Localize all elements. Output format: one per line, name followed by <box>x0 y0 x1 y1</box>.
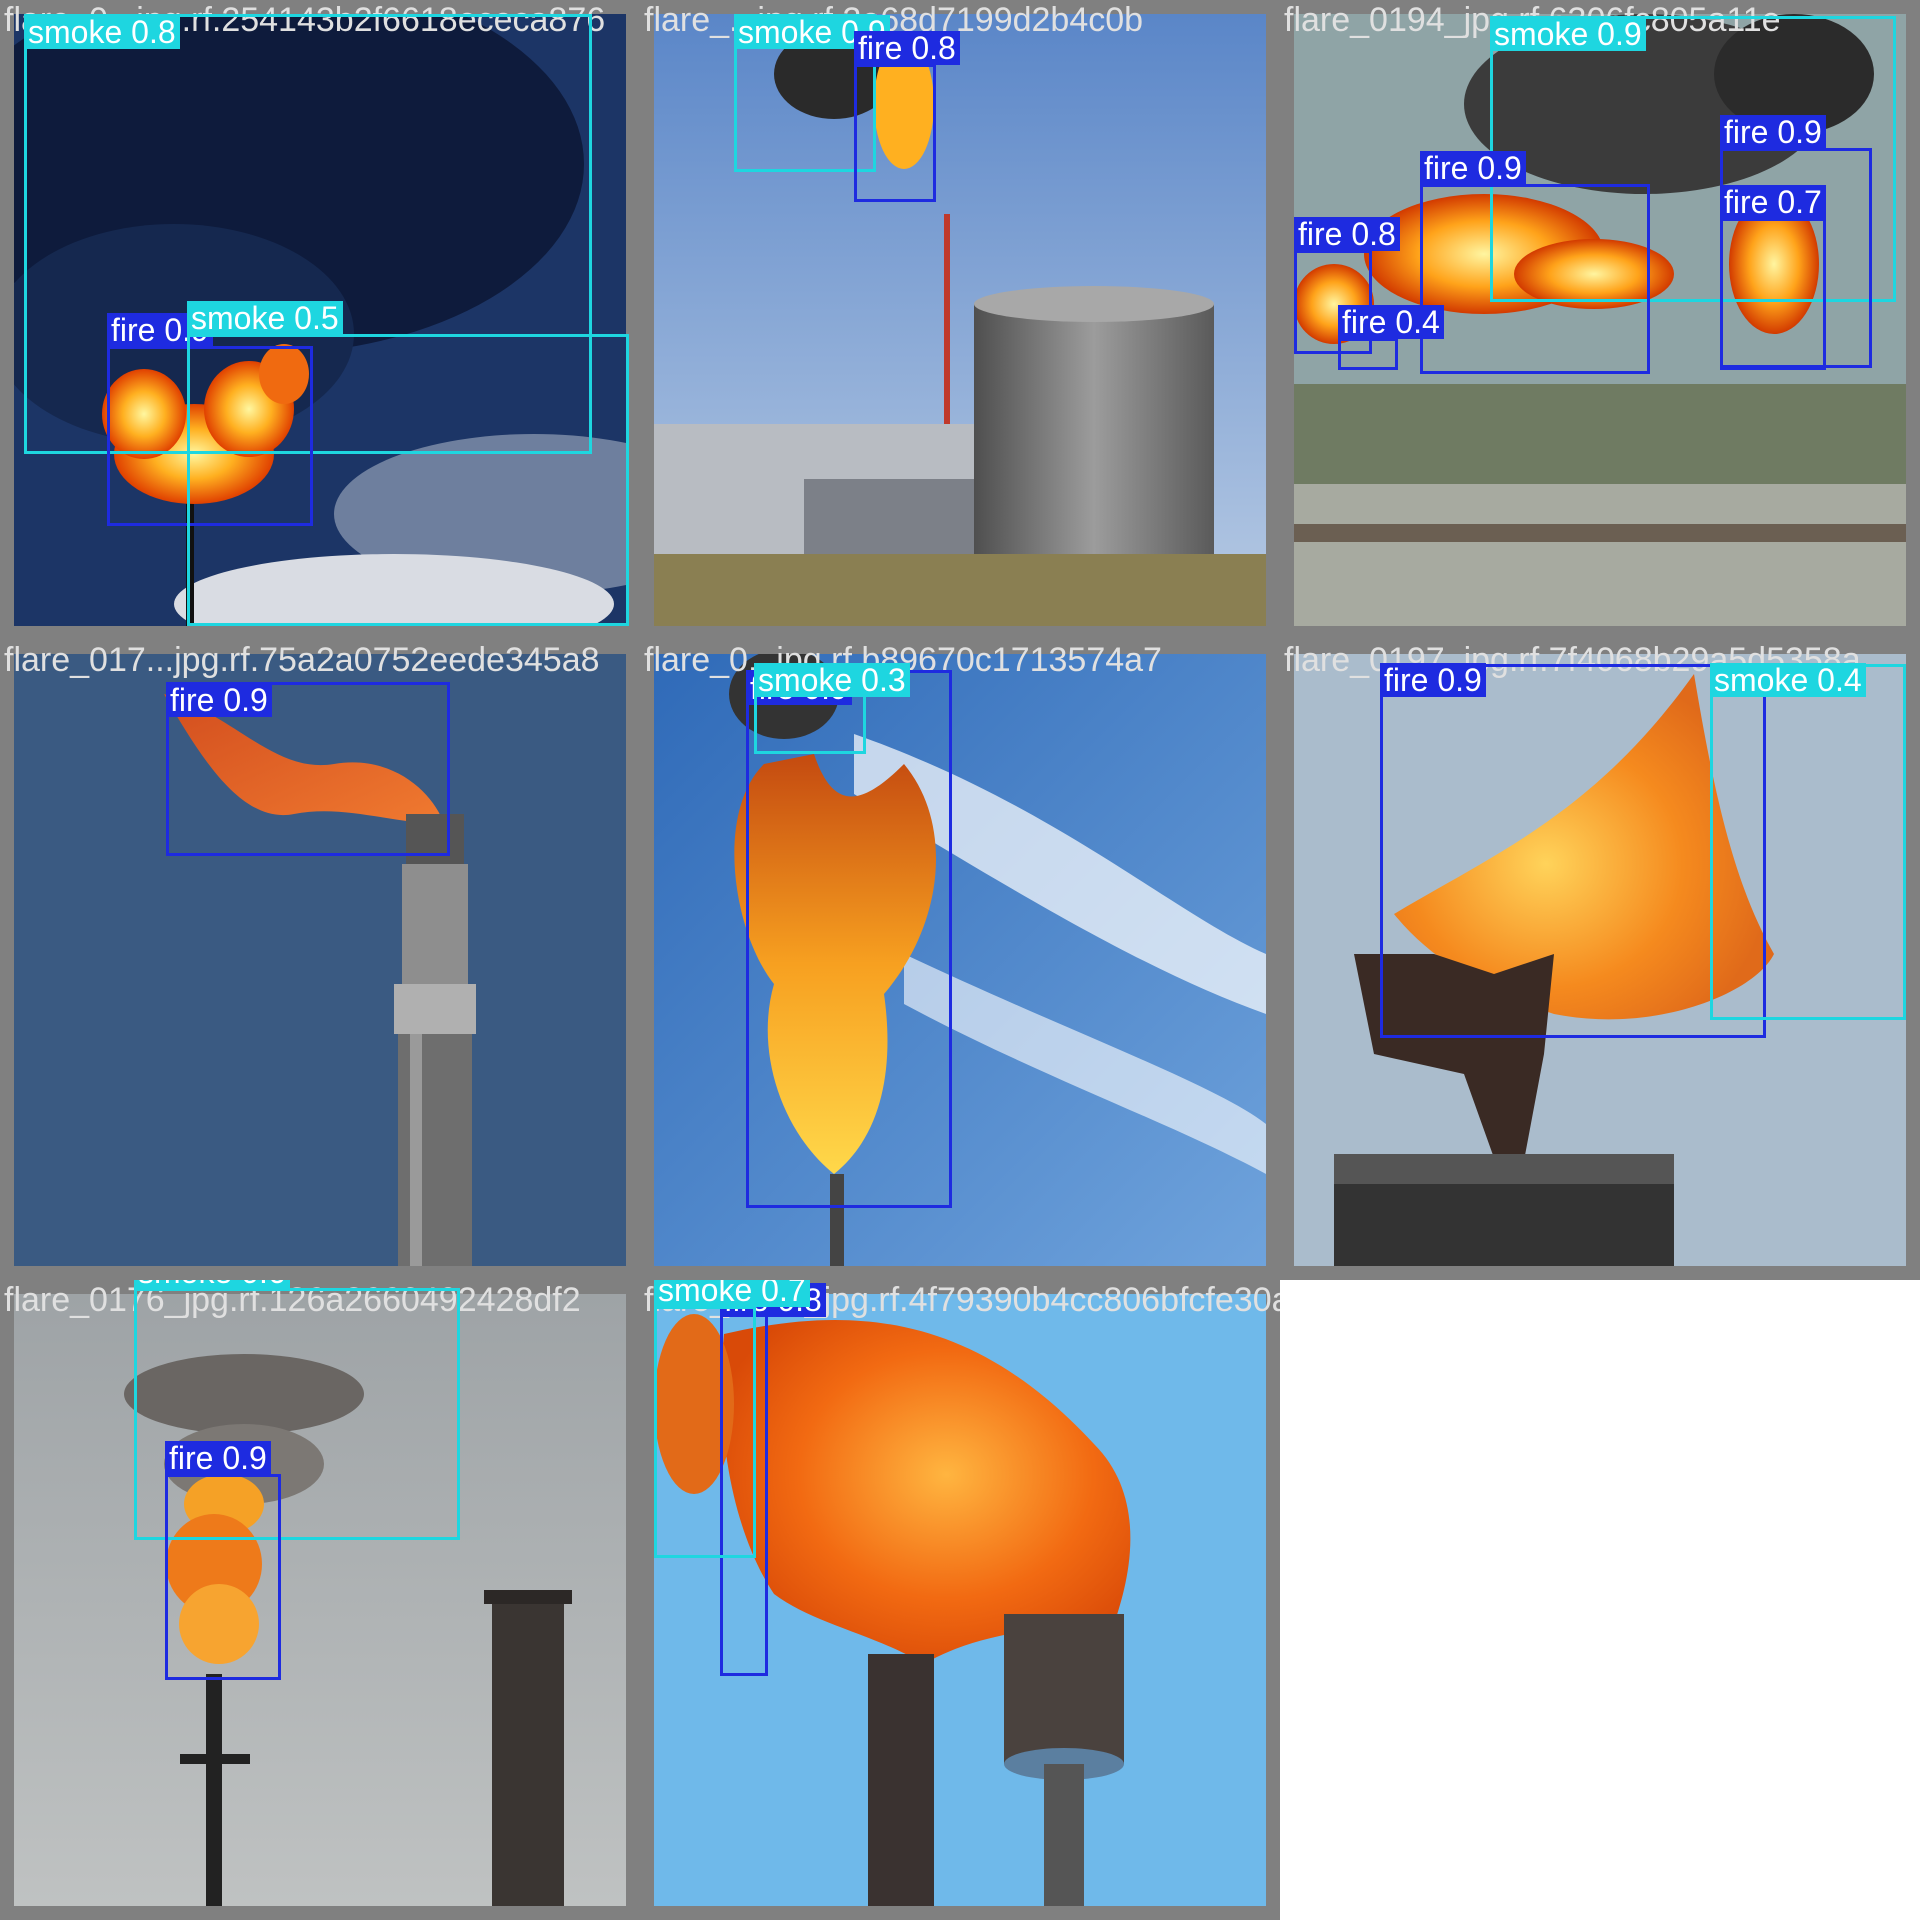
tile-4-filename: flare_017...jpg.rf.75a2a0752eede345a8 <box>4 641 600 679</box>
detection-label: smoke 0.8 <box>24 15 180 49</box>
tile-8: flare_0189_jpg.rf.4f79390b4cc806bfcfe30a… <box>640 1280 1280 1920</box>
detection-label: fire 0.9 <box>1420 151 1526 185</box>
tile-6-smoke-box: smoke 0.4 <box>1710 663 1906 1020</box>
tile-6-fire-box: fire 0.9 <box>1380 663 1766 1038</box>
tile-1: flare_0...jpg.rf.254143b2f6618ececa876 s… <box>0 0 640 640</box>
tile-2-fire-box: fire 0.8 <box>854 31 960 202</box>
detection-label: fire 0.7 <box>1720 185 1826 219</box>
detection-mosaic: flare_0...jpg.rf.254143b2f6618ececa876 s… <box>0 0 1920 1920</box>
detection-label: fire 0.8 <box>1294 217 1400 251</box>
tile-4-fire-box: fire 0.9 <box>166 682 450 856</box>
detection-label: fire 0.8 <box>854 31 960 65</box>
tile-6: flare_0197_jpg.rf.7f4068b29a5d5358a fire… <box>1280 640 1920 1280</box>
tile-3-fire-box-5: fire 0.4 <box>1338 305 1444 370</box>
detection-label: fire 0.9 <box>1380 663 1486 697</box>
detection-label: smoke 0.7 <box>654 1280 810 1307</box>
detection-label: fire 0.9 <box>1720 115 1826 149</box>
detection-label: smoke 0.6 <box>134 1280 290 1289</box>
detection-label: smoke 0.5 <box>187 301 343 335</box>
detection-label: smoke 0.3 <box>754 663 910 697</box>
tile-5-smoke-box: smoke 0.3 <box>754 663 910 754</box>
detection-label: smoke 0.9 <box>1490 17 1646 51</box>
detection-label: smoke 0.4 <box>1710 663 1866 697</box>
tile-7: flare_0176_jpg.rf.126a2660492428df2 smok… <box>0 1280 640 1920</box>
tile-2: flare_...jpg.rf.2e68d7199d2b4c0b smoke 0… <box>640 0 1280 640</box>
detection-label: fire 0.9 <box>166 683 272 717</box>
detection-label: fire 0.4 <box>1338 305 1444 339</box>
detection-label: fire 0.9 <box>165 1441 271 1475</box>
tile-3-fire-box: fire 0.9 <box>1420 151 1650 374</box>
tile-3: flare_0194_jpg.rf.6306fc805a11e smoke 0.… <box>1280 0 1920 640</box>
tile-1-smoke-box-2: smoke 0.5 <box>187 301 629 626</box>
tile-7-fire-box: fire 0.9 <box>165 1441 281 1680</box>
tile-5: flare_0...jpg.rf.b89670c1713574a7 fire 0… <box>640 640 1280 1280</box>
tile-3-fire-box-3: fire 0.7 <box>1720 185 1826 370</box>
tile-8-smoke-box: smoke 0.7 <box>654 1280 810 1558</box>
tile-4: flare_017...jpg.rf.75a2a0752eede345a8 fi… <box>0 640 640 1280</box>
